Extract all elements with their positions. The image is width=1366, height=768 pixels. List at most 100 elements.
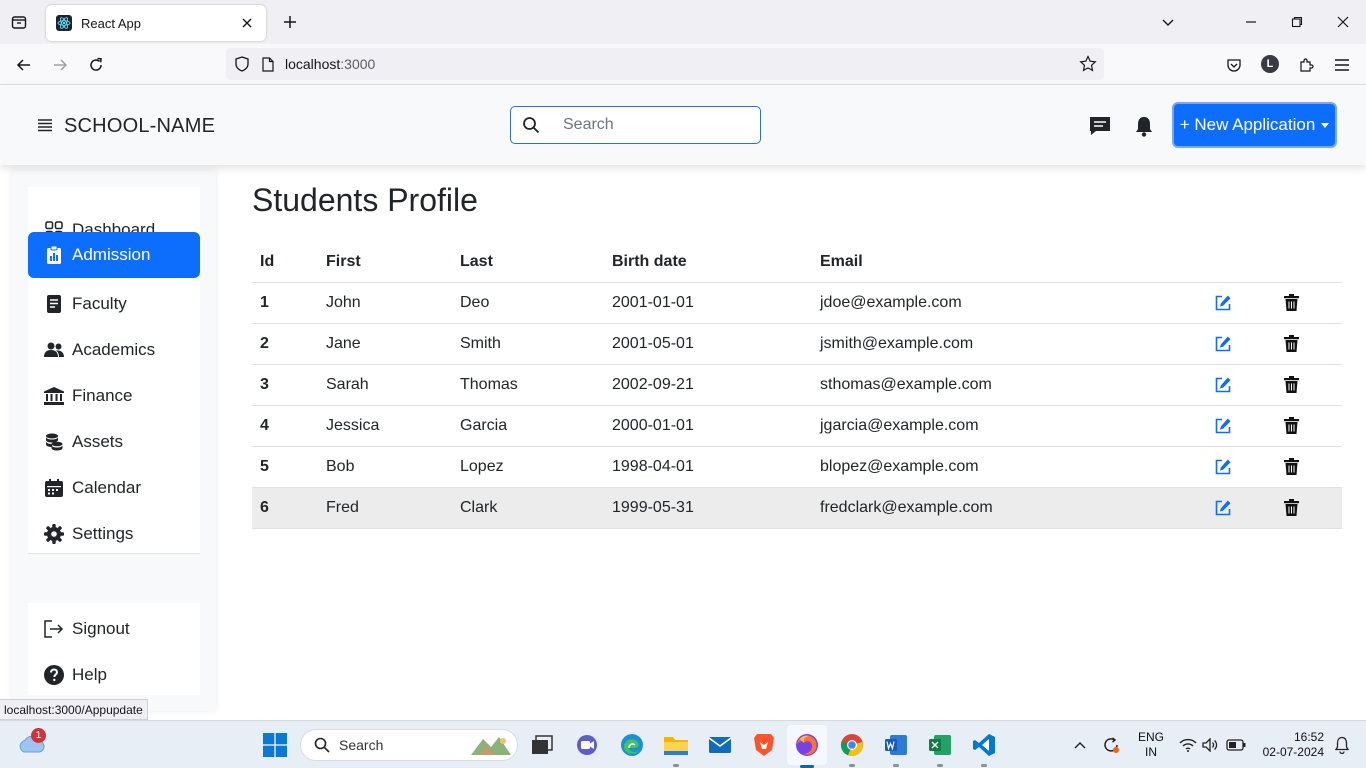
trash-icon[interactable]: [1281, 498, 1301, 518]
column-header-email: Email: [812, 242, 1205, 283]
browser-tab[interactable]: React App: [46, 5, 266, 41]
restore-icon[interactable]: [1287, 12, 1307, 32]
edit-icon[interactable]: [1213, 498, 1233, 518]
cell-edit: [1205, 364, 1273, 406]
new-application-button[interactable]: + New Application: [1172, 102, 1337, 148]
edit-icon[interactable]: [1213, 334, 1233, 354]
sidebar-item-academics[interactable]: Academics: [28, 327, 200, 373]
search-input[interactable]: [563, 116, 743, 134]
edit-icon[interactable]: [1213, 375, 1233, 395]
tab-list-icon[interactable]: [8, 11, 30, 33]
cell-id: 3: [252, 364, 318, 406]
lang-line-2: IN: [1145, 745, 1157, 759]
brave-browser-icon[interactable]: [750, 731, 778, 759]
url-text[interactable]: localhost:3000: [285, 56, 1078, 72]
shield-icon[interactable]: [233, 55, 251, 73]
messages-icon[interactable]: [1088, 114, 1112, 138]
new-tab-icon[interactable]: [280, 12, 300, 32]
word-icon[interactable]: [882, 731, 910, 767]
sidebar-item-label: Calendar: [72, 478, 141, 497]
cell-last: Smith: [452, 323, 604, 365]
cell-first: Fred: [318, 487, 452, 529]
sidebar-item-finance[interactable]: Finance: [28, 373, 200, 419]
edit-icon[interactable]: [1213, 416, 1233, 436]
app-menu-icon[interactable]: [1330, 53, 1354, 77]
input-language[interactable]: ENG IN: [1137, 730, 1165, 760]
trash-icon[interactable]: [1281, 375, 1301, 395]
reload-icon[interactable]: [84, 53, 108, 77]
trash-icon[interactable]: [1281, 457, 1301, 477]
edit-icon[interactable]: [1213, 457, 1233, 477]
search-icon: [521, 115, 541, 135]
taskbar-search[interactable]: Search: [300, 729, 518, 761]
cell-birth-date: 1998-04-01: [604, 446, 812, 488]
sidebar-item-settings[interactable]: Settings: [28, 511, 200, 557]
cell-delete: [1273, 282, 1342, 324]
forward-arrow-icon[interactable]: [48, 53, 72, 77]
sidebar-item-signout[interactable]: Signout: [28, 606, 200, 652]
windows-start-icon[interactable]: [263, 733, 287, 757]
sidebar-item-faculty[interactable]: Faculty: [28, 281, 200, 327]
file-explorer-icon[interactable]: [662, 731, 690, 767]
notification-center-bell-icon[interactable]: [1332, 735, 1352, 755]
trash-icon[interactable]: [1281, 334, 1301, 354]
cell-id: 4: [252, 405, 318, 447]
coins-icon: [44, 432, 64, 452]
excel-icon[interactable]: [926, 731, 954, 767]
brand-name[interactable]: SCHOOL-NAME: [64, 115, 215, 138]
chrome-browser-icon[interactable]: [838, 731, 866, 767]
sidebar-item-admission[interactable]: Admission: [28, 232, 200, 278]
help-icon: [44, 665, 64, 685]
vscode-icon[interactable]: [970, 731, 998, 767]
browser-nav-bar: localhost:3000 L: [0, 44, 1366, 85]
tab-overflow-chevron-icon[interactable]: [1158, 12, 1178, 32]
table-row: 3 Sarah Thomas 2002-09-21 sthomas@exampl…: [252, 364, 1342, 406]
weather-badge: 1: [31, 728, 46, 743]
hamburger-menu-icon[interactable]: [37, 117, 55, 133]
edge-browser-icon[interactable]: [618, 731, 646, 759]
cell-birth-date: 2000-01-01: [604, 405, 812, 447]
close-window-icon[interactable]: [1333, 12, 1353, 32]
task-view-icon[interactable]: [528, 731, 556, 759]
close-tab-icon[interactable]: [238, 14, 256, 32]
edit-icon[interactable]: [1213, 293, 1233, 313]
people-icon: [44, 340, 64, 360]
bookmark-star-icon[interactable]: [1078, 54, 1098, 74]
url-host: localhost: [285, 56, 341, 72]
cell-id: 6: [252, 487, 318, 529]
wifi-icon[interactable]: [1178, 735, 1198, 755]
address-bar[interactable]: localhost:3000: [226, 48, 1104, 80]
cell-id: 5: [252, 446, 318, 488]
trash-icon[interactable]: [1281, 416, 1301, 436]
firefox-browser-icon[interactable]: [787, 725, 827, 768]
cell-last: Lopez: [452, 446, 604, 488]
battery-icon[interactable]: [1226, 735, 1246, 755]
cell-first: Jane: [318, 323, 452, 365]
meet-video-icon[interactable]: [574, 731, 602, 759]
cell-id: 2: [252, 323, 318, 365]
cell-birth-date: 2002-09-21: [604, 364, 812, 406]
show-hidden-icons-chevron-icon[interactable]: [1070, 735, 1090, 755]
extensions-icon[interactable]: [1294, 53, 1318, 77]
calendar-icon: [44, 478, 64, 498]
trash-icon[interactable]: [1281, 293, 1301, 313]
volume-icon[interactable]: [1200, 735, 1220, 755]
sidebar-item-calendar[interactable]: Calendar: [28, 465, 200, 511]
system-clock[interactable]: 16:52 02-07-2024: [1256, 730, 1324, 760]
tab-title: React App: [81, 15, 141, 31]
sidebar-item-assets[interactable]: Assets: [28, 419, 200, 465]
back-arrow-icon[interactable]: [12, 53, 36, 77]
sync-icon[interactable]: [1101, 735, 1121, 755]
sidebar: Dashboard Admission Faculty Academics Fi: [12, 170, 216, 711]
page-icon[interactable]: [259, 55, 277, 73]
pocket-icon[interactable]: [1222, 53, 1246, 77]
profile-avatar[interactable]: L: [1261, 55, 1279, 73]
notifications-bell-icon[interactable]: [1132, 114, 1156, 138]
mail-icon[interactable]: [706, 731, 734, 759]
search-box[interactable]: [510, 106, 761, 144]
sidebar-item-help[interactable]: Help: [28, 652, 200, 698]
minimize-icon[interactable]: [1241, 12, 1261, 32]
cell-edit: [1205, 487, 1273, 529]
clock-date: 02-07-2024: [1262, 745, 1324, 759]
sidebar-item-label: Help: [72, 665, 107, 684]
